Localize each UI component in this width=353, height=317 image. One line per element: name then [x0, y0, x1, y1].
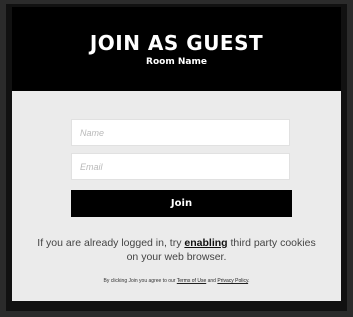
room-name: Room Name	[146, 57, 207, 67]
dialog-header: JOIN AS GUEST Room Name	[12, 7, 341, 91]
name-input[interactable]	[71, 119, 290, 146]
email-input[interactable]	[71, 153, 290, 180]
terms-suffix: .	[248, 278, 250, 284]
enabling-link[interactable]: enabling	[184, 237, 227, 249]
dialog-body: Join If you are already logged in, try e…	[12, 91, 341, 301]
join-guest-dialog: JOIN AS GUEST Room Name Join If you are …	[12, 7, 341, 301]
terms-notice: By clicking Join you agree to our Terms …	[12, 278, 341, 285]
page-title: JOIN AS GUEST	[89, 31, 264, 55]
cookie-notice: If you are already logged in, try enabli…	[12, 236, 341, 264]
privacy-policy-link[interactable]: Privacy Policy	[217, 278, 248, 284]
terms-of-use-link[interactable]: Terms of Use	[177, 278, 206, 284]
terms-conjunction: and	[207, 278, 216, 284]
notice-prefix: If you are already logged in, try	[37, 237, 182, 249]
join-button[interactable]: Join	[71, 190, 292, 217]
terms-prefix: By clicking Join you agree to our	[103, 278, 176, 284]
